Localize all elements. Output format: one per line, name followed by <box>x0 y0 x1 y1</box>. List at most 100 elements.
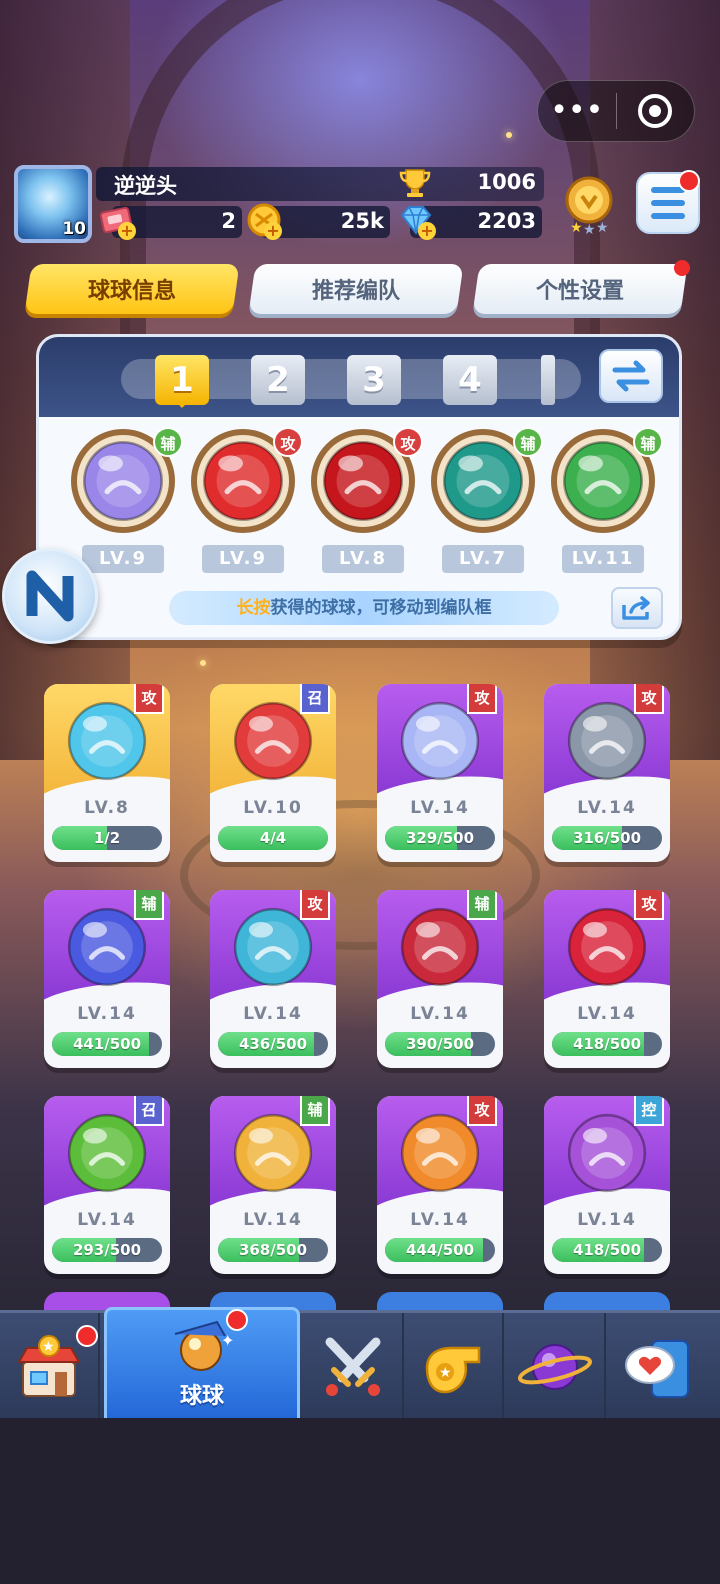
progress-text: 444/500 <box>405 1241 475 1259</box>
tab-label: 推荐编队 <box>311 279 400 304</box>
svg-text:★: ★ <box>439 1365 452 1381</box>
team-ball-level: LV.9 <box>82 545 164 573</box>
ball-card[interactable]: 辅 LV.14 441/500 <box>44 890 170 1068</box>
progress-text: 368/500 <box>238 1241 308 1259</box>
team-ball-level: LV.11 <box>562 545 644 573</box>
progress-text: 4/4 <box>259 829 287 847</box>
role-badge: 辅 <box>467 890 497 920</box>
card-peek <box>544 1292 670 1312</box>
swap-team-button[interactable] <box>599 349 663 403</box>
planet-icon <box>518 1344 592 1390</box>
progress-text: 316/500 <box>572 829 642 847</box>
progress-text: 418/500 <box>572 1035 642 1053</box>
rank-badge-icon[interactable]: ★ ★ ★ <box>556 172 622 238</box>
player-avatar[interactable]: 10 <box>14 165 92 243</box>
role-badge: 攻 <box>634 890 664 920</box>
team-panel: 1 2 3 4 辅 LV.9 攻 LV.9 攻 LV.8 辅 LV.7 辅 LV… <box>36 334 682 640</box>
card-level: LV.10 <box>243 798 303 818</box>
nav-planet[interactable] <box>506 1313 606 1421</box>
role-badge: 攻 <box>134 684 164 714</box>
miniprogram-capsule: ••• <box>537 80 695 142</box>
nav-balls-label: 球球 <box>179 1384 224 1409</box>
card-progress-bar: 316/500 <box>552 826 662 850</box>
card-progress-bar: 441/500 <box>52 1032 162 1056</box>
close-miniprogram-button[interactable] <box>617 94 695 128</box>
card-progress-bar: 368/500 <box>218 1238 328 1262</box>
ball-card[interactable]: 控 LV.14 418/500 <box>544 1096 670 1274</box>
balls-notification-dot <box>226 1309 248 1331</box>
ball-card[interactable]: 攻 LV.14 418/500 <box>544 890 670 1068</box>
role-badge: 辅 <box>300 1096 330 1126</box>
role-badge: 攻 <box>273 427 303 457</box>
role-badge: 攻 <box>393 427 423 457</box>
target-icon <box>638 94 673 128</box>
role-badge: 辅 <box>134 890 164 920</box>
role-badge: 攻 <box>467 684 497 714</box>
dragon-ball-icon <box>442 440 524 522</box>
team-ball-level: LV.8 <box>322 545 404 573</box>
card-progress-bar: 444/500 <box>385 1238 495 1262</box>
n-logo-icon <box>26 570 74 622</box>
ball-card[interactable]: 召 LV.14 293/500 <box>44 1096 170 1274</box>
ball-card[interactable]: 辅 LV.14 390/500 <box>377 890 503 1068</box>
tab-label: 个性设置 <box>535 279 624 304</box>
team-slot-4[interactable]: 4 <box>443 355 497 405</box>
progress-text: 390/500 <box>405 1035 475 1053</box>
n-logo-button[interactable] <box>2 548 98 644</box>
team-slot-3[interactable]: 3 <box>347 355 401 405</box>
tab-personal-settings[interactable]: 个性设置 <box>472 264 688 314</box>
card-level: LV.14 <box>410 1210 470 1230</box>
player-name: 逆逆头 <box>114 174 177 198</box>
team-slot-2[interactable]: 2 <box>251 355 305 405</box>
trophy-icon <box>399 169 431 197</box>
team-slot-partial[interactable] <box>541 355 555 405</box>
ball-card[interactable]: 攻 LV.14 444/500 <box>377 1096 503 1274</box>
role-badge: 控 <box>634 1096 664 1126</box>
progress-text: 436/500 <box>238 1035 308 1053</box>
shop-icon: ★ <box>17 1335 81 1397</box>
nav-balls[interactable]: ✦ 球球 <box>104 1307 300 1421</box>
ball-card[interactable]: 召 LV.10 4/4 <box>210 684 336 862</box>
svg-text:★: ★ <box>42 1339 55 1355</box>
nav-social[interactable] <box>610 1313 710 1421</box>
ball-card[interactable]: 攻 LV.14 329/500 <box>377 684 503 862</box>
add-ticket-button[interactable]: + <box>118 222 136 240</box>
hint-highlight: 长按 <box>236 598 271 618</box>
share-button[interactable] <box>611 587 663 629</box>
svg-text:★: ★ <box>596 220 609 236</box>
nav-whistle[interactable]: ★ <box>404 1313 504 1421</box>
role-badge: 攻 <box>467 1096 497 1126</box>
card-progress-bar: 418/500 <box>552 1032 662 1056</box>
tab-ball-info[interactable]: 球球信息 <box>24 264 240 314</box>
tab-recommended-team[interactable]: 推荐编队 <box>248 264 464 314</box>
card-level: LV.14 <box>577 1004 637 1024</box>
share-icon <box>622 596 650 620</box>
ball-card[interactable]: 攻 LV.8 1/2 <box>44 684 170 862</box>
ball-card[interactable]: 攻 LV.14 316/500 <box>544 684 670 862</box>
card-level: LV.14 <box>577 1210 637 1230</box>
nav-battle[interactable] <box>304 1313 404 1421</box>
more-menu-button[interactable]: ••• <box>538 80 616 142</box>
swap-icon <box>612 360 650 392</box>
card-progress-bar: 390/500 <box>385 1032 495 1056</box>
role-badge: 攻 <box>634 684 664 714</box>
bottom-background <box>0 1418 720 1584</box>
sparkle <box>200 660 206 666</box>
avatar-level: 10 <box>62 219 86 239</box>
team-slot-1[interactable]: 1 <box>155 355 209 408</box>
add-coin-button[interactable]: + <box>264 222 282 240</box>
card-level: LV.8 <box>84 798 130 818</box>
whistle-icon: ★ <box>425 1346 481 1394</box>
arrow-up-ball-icon <box>562 440 644 522</box>
bottom-nav: ★ ✦ 球球 ★ <box>0 1307 720 1421</box>
trophy-count: 1006 <box>477 170 536 194</box>
add-gem-button[interactable]: + <box>418 222 436 240</box>
role-badge: 辅 <box>153 427 183 457</box>
ball-card[interactable]: 辅 LV.14 368/500 <box>210 1096 336 1274</box>
progress-text: 1/2 <box>93 829 121 847</box>
ball-card[interactable]: 攻 LV.14 436/500 <box>210 890 336 1068</box>
crossed-swords-icon <box>325 1337 381 1396</box>
role-badge: 辅 <box>633 427 663 457</box>
role-badge: 召 <box>300 684 330 714</box>
card-level: LV.14 <box>243 1210 303 1230</box>
